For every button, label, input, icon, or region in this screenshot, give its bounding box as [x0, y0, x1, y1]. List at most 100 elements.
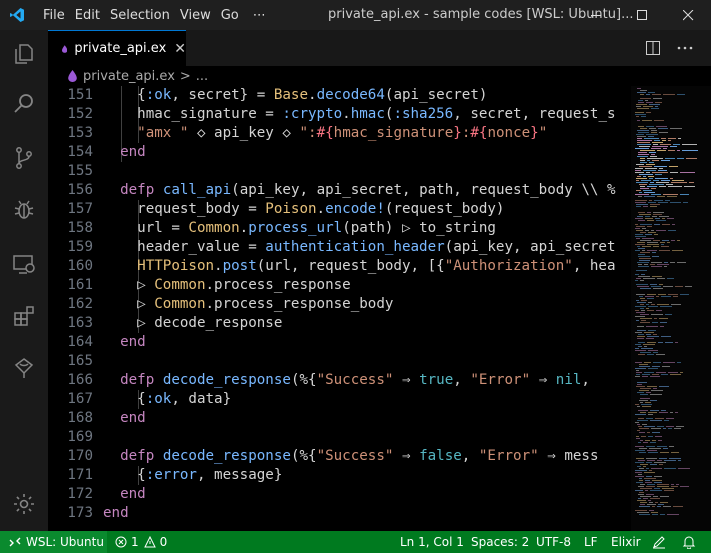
line-number: 157	[67, 201, 93, 217]
code-text: end	[120, 410, 146, 426]
line-number: 169	[67, 429, 93, 445]
encoding[interactable]: UTF-8	[536, 531, 571, 553]
line-number: 170	[67, 448, 93, 464]
split-editor-icon[interactable]	[643, 38, 663, 58]
language-mode[interactable]: Elixir	[611, 531, 641, 553]
cursor-position[interactable]: Ln 1, Col 1	[400, 531, 464, 553]
code-line[interactable]: 155	[48, 162, 631, 181]
settings-gear-icon[interactable]	[0, 480, 48, 528]
code-line[interactable]: 153 "amx " ◇ api_key ◇ ":#{hmac_signatur…	[48, 124, 631, 143]
code-line[interactable]: 166 defp decode_response(%{"Success" ⇒ t…	[48, 371, 631, 390]
close-window-button[interactable]	[665, 0, 711, 30]
code-text: ▷ decode_response	[137, 315, 283, 331]
search-icon[interactable]	[0, 80, 48, 128]
code-line[interactable]: 171 {:error, message}	[48, 466, 631, 485]
maximize-button[interactable]	[619, 0, 665, 30]
menu-selection[interactable]: Selection	[110, 8, 178, 23]
code-line[interactable]: 169	[48, 428, 631, 447]
tab-label: private_api.ex	[74, 41, 167, 56]
feedback-icon[interactable]	[652, 531, 666, 553]
code-line[interactable]: 152 hmac_signature = :crypto.hmac(:sha25…	[48, 105, 631, 124]
notifications-icon[interactable]	[682, 531, 696, 553]
line-number: 159	[67, 239, 93, 255]
line-number: 152	[67, 106, 93, 122]
source-control-icon[interactable]	[0, 134, 48, 182]
menu-more[interactable]: ⋯	[253, 8, 274, 23]
code-line[interactable]: 165	[48, 352, 631, 371]
code-text: request_body = Poison.encode!(request_bo…	[103, 201, 505, 217]
explorer-icon[interactable]	[0, 30, 48, 78]
more-actions-icon[interactable]	[675, 38, 695, 58]
code-line[interactable]: 173 end	[48, 504, 631, 523]
code-text: ▷ Common.process_response_body	[137, 296, 394, 312]
line-number: 151	[67, 87, 93, 103]
code-line[interactable]: 159 header_value = authentication_header…	[48, 238, 631, 257]
code-line[interactable]: 163 ▷ decode_response	[48, 314, 631, 333]
code-editor[interactable]: 151 {:ok, secret} = Base.decode64(api_se…	[48, 86, 631, 531]
error-icon	[115, 536, 127, 548]
menu-edit[interactable]: Edit	[75, 8, 108, 23]
elixir-file-icon	[68, 70, 77, 82]
code-text: end	[103, 505, 129, 521]
tab-private-api[interactable]: private_api.ex ✕	[48, 30, 186, 66]
code-line[interactable]: 170 defp decode_response(%{"Success" ⇒ f…	[48, 447, 631, 466]
code-text: ▷ Common.process_response	[137, 277, 351, 293]
menu-view[interactable]: View	[180, 8, 219, 23]
code-text: {:ok, data}	[103, 391, 232, 407]
code-text: defp call_api(api_key, api_secret, path,…	[120, 182, 616, 198]
line-number: 155	[67, 163, 93, 179]
tab-bar: private_api.ex ✕	[48, 30, 711, 66]
line-number: 164	[67, 334, 93, 350]
code-line[interactable]: 168 end	[48, 409, 631, 428]
code-line[interactable]: 154 end	[48, 143, 631, 162]
problems-indicator[interactable]: 1 0	[115, 531, 167, 553]
breadcrumb-symbol[interactable]: ...	[196, 69, 208, 84]
code-line[interactable]: 164 end	[48, 333, 631, 352]
code-text: end	[120, 334, 146, 350]
code-line[interactable]: 161 ▷ Common.process_response	[48, 276, 631, 295]
title-bar: File Edit Selection View Go ⋯ private_ap…	[0, 0, 711, 30]
extensions-icon[interactable]	[0, 292, 48, 340]
line-number: 168	[67, 410, 93, 426]
minimap[interactable]	[631, 86, 711, 531]
code-text: defp decode_response(%{"Success" ⇒ false…	[120, 448, 599, 464]
line-number: 158	[67, 220, 93, 236]
code-line[interactable]: 151 {:ok, secret} = Base.decode64(api_se…	[48, 86, 631, 105]
line-number: 161	[67, 277, 93, 293]
tab-close-icon[interactable]: ✕	[174, 41, 186, 57]
run-debug-icon[interactable]	[0, 186, 48, 234]
line-number: 156	[67, 182, 93, 198]
indentation[interactable]: Spaces: 2	[471, 531, 529, 553]
code-text: header_value = authentication_header(api…	[103, 239, 616, 255]
code-line[interactable]: 172 end	[48, 485, 631, 504]
code-line[interactable]: 160 HTTPoison.post(url, request_body, [{…	[48, 257, 631, 276]
menu-file[interactable]: File	[43, 8, 73, 23]
code-text: "amx " ◇ api_key ◇ ":#{hmac_signature}:#…	[137, 125, 548, 141]
line-number: 171	[67, 467, 93, 483]
line-number: 154	[67, 144, 93, 160]
line-number: 153	[67, 125, 93, 141]
code-line[interactable]: 167 {:ok, data}	[48, 390, 631, 409]
line-number: 165	[67, 353, 93, 369]
code-line[interactable]: 158 url = Common.process_url(path) ▷ to_…	[48, 219, 631, 238]
code-line[interactable]: 156 defp call_api(api_key, api_secret, p…	[48, 181, 631, 200]
remote-explorer-icon[interactable]	[0, 240, 48, 288]
breadcrumb: private_api.ex > ...	[48, 66, 711, 86]
line-number: 173	[67, 505, 93, 521]
line-number: 172	[67, 486, 93, 502]
menu-bar: File Edit Selection View Go ⋯	[34, 8, 274, 23]
code-text: {:ok, secret} = Base.decode64(api_secret…	[103, 87, 488, 103]
line-number: 167	[67, 391, 93, 407]
minimize-button[interactable]	[573, 0, 619, 30]
code-text: HTTPoison.post(url, request_body, [{"Aut…	[137, 258, 616, 274]
line-number: 163	[67, 315, 93, 331]
remote-indicator[interactable]: WSL: Ubuntu	[0, 531, 107, 553]
code-text: end	[120, 144, 146, 160]
breadcrumb-file[interactable]: private_api.ex	[83, 69, 175, 84]
code-line[interactable]: 162 ▷ Common.process_response_body	[48, 295, 631, 314]
code-text: defp decode_response(%{"Success" ⇒ true,…	[120, 372, 590, 388]
docker-icon[interactable]	[0, 344, 48, 392]
menu-go[interactable]: Go	[221, 8, 247, 23]
code-line[interactable]: 157 request_body = Poison.encode!(reques…	[48, 200, 631, 219]
line-ending[interactable]: LF	[584, 531, 598, 553]
